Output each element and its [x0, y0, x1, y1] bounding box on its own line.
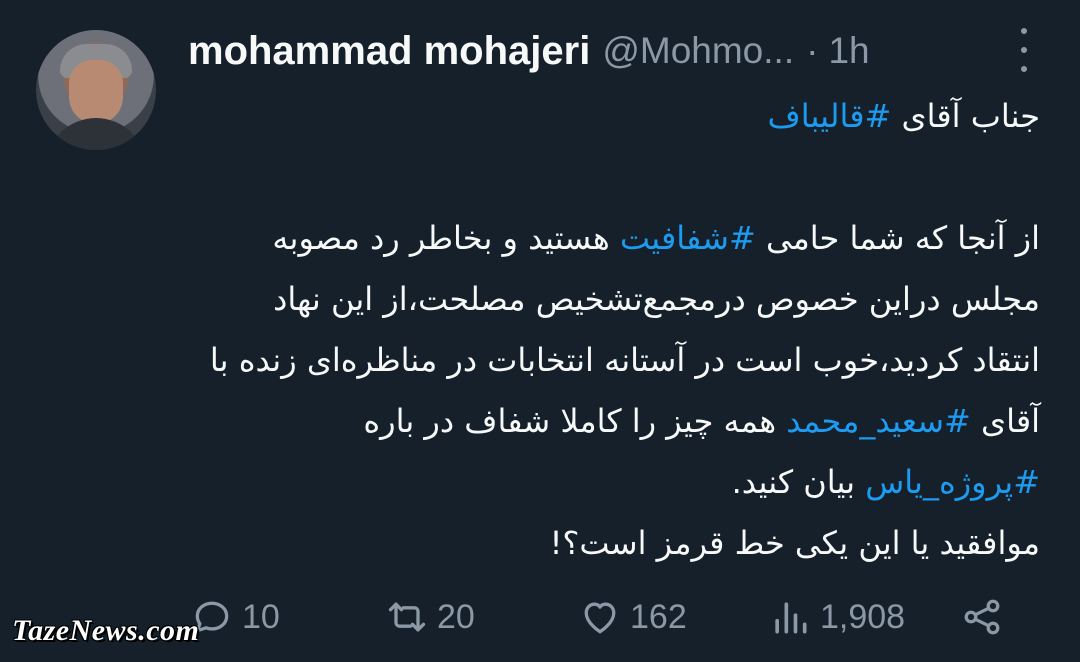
- reply-button[interactable]: 10: [190, 585, 280, 649]
- retweet-count: 20: [437, 597, 475, 636]
- tweet-header: mohammad mohajeri @Mohmo... · 1h: [188, 26, 1048, 76]
- like-count: 162: [630, 597, 687, 636]
- hashtag-link[interactable]: #پروژه_یاس: [865, 463, 1040, 501]
- views-icon: [775, 602, 807, 634]
- site-watermark: TazeNews.com: [12, 614, 200, 647]
- tweet-text: جناب آقای #قالیباف از آنجا که شما حامی #…: [200, 86, 1040, 574]
- tweet-paragraph-2: از آنجا که شما حامی #شفافیت هستید و بخاط…: [200, 208, 1040, 513]
- reply-count: 10: [242, 597, 280, 636]
- tweet-text-segment: جناب آقای: [891, 97, 1040, 135]
- like-button[interactable]: 162: [578, 585, 687, 649]
- tweet-paragraph-1: جناب آقای #قالیباف: [200, 86, 1040, 147]
- author-handle[interactable]: @Mohmo...: [602, 30, 794, 72]
- tweet-paragraph-3: موافقید یا این یکی خط قرمز است؟!: [549, 524, 1040, 562]
- views-count: 1,908: [820, 597, 906, 636]
- hashtag-link[interactable]: #قالیباف: [768, 97, 892, 135]
- more-vertical-icon[interactable]: [1012, 28, 1036, 72]
- hashtag-link[interactable]: #سعید_محمد: [786, 402, 971, 440]
- author-avatar[interactable]: [36, 30, 156, 150]
- tweet-text-segment: از آنجا که شما حامی: [755, 219, 1040, 257]
- hashtag-link[interactable]: #شفافیت: [620, 219, 756, 257]
- avatar-face: [69, 60, 123, 124]
- like-icon: [584, 602, 616, 634]
- separator-dot: ·: [806, 30, 819, 71]
- views-button[interactable]: 1,908: [768, 585, 905, 649]
- share-button[interactable]: [960, 585, 1004, 649]
- retweet-icon: [388, 602, 426, 632]
- share-icon: [964, 599, 1000, 635]
- avatar-suit: [46, 118, 146, 150]
- tweet-text-segment: همه چیز را کاملا شفاف در باره: [363, 402, 787, 440]
- retweet-button[interactable]: 20: [385, 585, 475, 649]
- author-name[interactable]: mohammad mohajeri: [188, 29, 590, 74]
- tweet-text-segment: بیان کنید.: [731, 463, 866, 501]
- tweet-time[interactable]: 1h: [828, 30, 869, 72]
